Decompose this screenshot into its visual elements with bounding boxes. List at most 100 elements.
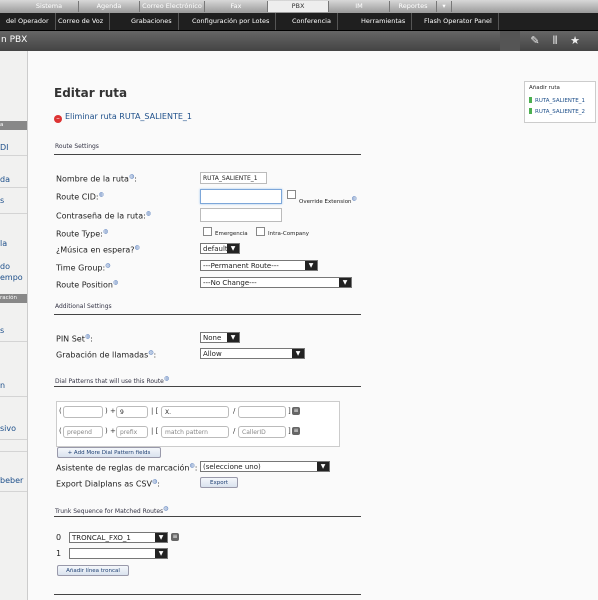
chevron-down-icon: ▼ [227,244,239,253]
chevron-down-icon: ▼ [155,533,167,542]
subnav-correo-de-voz[interactable]: Correo de Voz [52,13,111,30]
override-extension-checkbox[interactable] [287,190,296,199]
route-position-select[interactable]: ---No Change--- ▼ [200,277,352,288]
tab-correo-electronico[interactable]: Correo Electrónico [140,1,205,12]
drag-handle-icon [529,97,532,103]
emergency-checkbox[interactable] [203,227,212,236]
sidebar-header: ración [0,294,27,303]
trunk-select[interactable]: ▼ [69,548,168,559]
section-title-trunk-sequence: Trunk Sequence for Matched Routes◍ [55,505,169,515]
sidebar-item[interactable]: n [0,381,27,390]
add-dial-pattern-button[interactable]: + Add More Dial Pattern fields [57,447,161,458]
trunk-index: 1 [56,549,62,558]
sidebar-item[interactable]: la [0,239,27,248]
add-trunk-button[interactable]: Añadir línea troncal [57,565,129,576]
module-title: n PBX [1,35,28,45]
trunk-select[interactable]: TRONCAL_FXO_1 ▼ [69,532,168,543]
delete-row-icon[interactable]: ≡ [292,407,300,415]
time-group-select[interactable]: ---Permanent Route--- ▼ [200,260,318,271]
route-type-label: Route Type:◍ [56,228,109,239]
prepend-input[interactable] [63,406,103,418]
override-extension-label: Override Extension◍ [299,195,357,205]
sidebar-item[interactable]: s [0,326,27,335]
sidebar-item[interactable]: do [0,262,27,271]
tab-im[interactable]: IM [329,1,390,12]
export-button[interactable]: Export [200,477,238,488]
delete-icon: – [54,115,62,123]
subnav-flash-operator-panel[interactable]: Flash Operator Panel [418,13,499,30]
subnav-configuracion-lotes[interactable]: Configuración por Lotes [186,13,277,30]
route-name-input[interactable]: RUTA_SALIENTE_1 [200,172,267,184]
delete-route-link[interactable]: – Eliminar ruta RUTA_SALIENTE_1 [54,112,192,123]
split-icon[interactable]: ⫴ [548,34,562,48]
main-content: Editar ruta – Eliminar ruta RUTA_SALIENTE… [28,51,598,600]
help-icon: ◍ [98,191,104,198]
subnav-herramientas[interactable]: Herramientas [355,13,413,30]
add-route-link[interactable]: Añadir ruta [529,85,560,91]
page-title: Editar ruta [54,86,128,100]
chevron-down-icon[interactable]: ▾ [437,1,452,12]
chevron-down-icon: ▼ [292,349,304,358]
chevron-down-icon: ▼ [317,462,329,471]
subnav-grabaciones[interactable]: Grabaciones [125,13,179,30]
music-on-hold-select[interactable]: default ▼ [200,243,240,254]
time-group-label: Time Group:◍ [56,262,111,273]
prefix-input[interactable]: 9 [116,406,148,418]
star-icon[interactable]: ★ [568,34,582,48]
match-pattern-input[interactable]: match pattern [161,426,229,438]
delete-row-icon[interactable]: ≡ [292,427,300,435]
prepend-input[interactable]: prepend [63,426,103,438]
help-icon: ◍ [148,349,154,356]
help-icon: ◍ [134,244,140,251]
sidebar: a DI da s la do empo ración s n sivo beb… [0,51,28,600]
subnav-operador[interactable]: del Operador [0,13,56,30]
section-title-dial-patterns: Dial Patterns that will use this Route◍ [55,375,170,385]
sidebar-header: a [0,121,27,130]
tab-sistema[interactable]: Sistema [20,1,79,12]
sidebar-item[interactable]: sivo [0,424,27,433]
dial-wizard-select[interactable]: (seleccione uno) ▼ [200,461,330,472]
trunk-index: 0 [56,533,62,542]
help-icon: ◍ [189,462,195,469]
sidebar-item[interactable]: da [0,175,27,184]
match-pattern-input[interactable]: X. [161,406,229,418]
route-list-item[interactable]: RUTA_SALIENTE_2 [529,108,585,115]
edit-icon[interactable]: ✎ [528,34,542,48]
route-nav-box: Añadir ruta RUTA_SALIENTE_1 RUTA_SALIENT… [524,81,596,123]
sidebar-item[interactable]: s [0,196,27,205]
route-list-item[interactable]: RUTA_SALIENTE_1 [529,97,585,104]
help-icon: ◍ [102,228,109,235]
prefix-input[interactable]: prefix [116,426,148,438]
intra-company-checkbox[interactable] [256,227,265,236]
help-icon: ◍ [128,173,135,180]
route-cid-input[interactable] [200,189,282,204]
dial-patterns-table: ( ) + 9 | [ X. / ] ≡ ( prepend ) + prefi… [56,401,340,447]
callerid-input[interactable] [238,406,286,418]
top-navigation: Sistema Agenda Correo Electrónico Fax PB… [0,0,598,13]
chevron-down-icon: ▼ [305,261,317,270]
tab-reportes[interactable]: Reportes [390,1,437,12]
tab-fax[interactable]: Fax [205,1,268,12]
call-recording-select[interactable]: Allow ▼ [200,348,305,359]
route-password-input[interactable] [200,208,282,222]
section-title-route-settings: Route Settings [55,143,99,150]
subnav-conferencia[interactable]: Conferencia [286,13,338,30]
sidebar-item[interactable]: DI [0,143,27,152]
music-on-hold-label: ¿Música en espera?◍ [56,244,140,255]
intra-company-label: Intra-Company [268,231,310,237]
sidebar-item[interactable]: beber [0,476,27,485]
pin-set-label: PIN Set◍: [56,333,93,344]
route-name-label: Nombre de la ruta◍: [56,173,137,184]
tab-agenda[interactable]: Agenda [79,1,140,12]
call-recording-label: Grabación de llamadas◍: [56,349,157,360]
help-icon: ◍ [151,478,158,485]
help-icon: ◍ [145,210,152,217]
help-icon: ◍ [112,279,119,286]
delete-trunk-icon[interactable]: ≡ [171,533,179,541]
callerid-input[interactable]: CallerID [238,426,286,438]
sidebar-item[interactable]: empo [0,273,27,282]
tab-pbx[interactable]: PBX [268,1,329,12]
chevron-down-icon: ▼ [339,278,351,287]
pin-set-select[interactable]: None ▼ [200,332,240,343]
sub-navigation: del Operador Correo de Voz Grabaciones C… [0,13,598,31]
